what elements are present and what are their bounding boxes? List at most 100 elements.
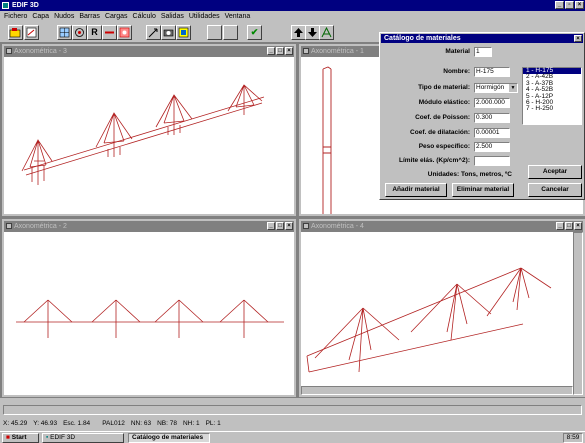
drawing-canvas[interactable] bbox=[4, 57, 294, 214]
menu-capa[interactable]: Capa bbox=[32, 13, 49, 20]
blank-button-2[interactable] bbox=[223, 25, 238, 40]
aceptar-button[interactable]: Aceptar bbox=[528, 165, 582, 179]
poisson-field[interactable]: 0.300 bbox=[474, 113, 510, 123]
blank-button-1[interactable] bbox=[207, 25, 222, 40]
structure-drawing bbox=[306, 267, 552, 373]
material-number-field[interactable]: 1 bbox=[474, 47, 492, 57]
app-icon bbox=[2, 2, 9, 9]
tipo-label: Tipo de material: bbox=[418, 84, 470, 91]
status-y: Y: 46.93 bbox=[33, 420, 58, 427]
maximize-button[interactable]: ▫ bbox=[565, 1, 574, 9]
material-catalog-dialog[interactable]: Catálogo de materiales × Material 1 Nomb… bbox=[379, 32, 585, 200]
window-icon bbox=[6, 223, 12, 229]
modulo-label: Módulo elástico: bbox=[418, 99, 470, 106]
menu-barras[interactable]: Barras bbox=[79, 13, 100, 20]
taskbar: ■ Start ▪ EDIF 3D Catálogo de materiales… bbox=[0, 431, 585, 443]
status-pal: PAL012 bbox=[102, 420, 125, 427]
nodes-icon[interactable] bbox=[72, 25, 87, 40]
window-titlebar[interactable]: Axonométrica - 2 _ □ × bbox=[4, 221, 294, 232]
start-button[interactable]: ■ Start bbox=[2, 433, 39, 443]
r-button[interactable]: R bbox=[87, 25, 102, 40]
statusbar: X: 45.29 Y: 46.93 Esc. 1.84 PAL012 NN: 6… bbox=[0, 418, 585, 429]
drawing-canvas[interactable] bbox=[301, 232, 583, 386]
structure-icon[interactable] bbox=[319, 25, 334, 40]
cancelar-button[interactable]: Cancelar bbox=[528, 183, 582, 197]
taskbar-item-edif3d[interactable]: ▪ EDIF 3D bbox=[42, 433, 124, 443]
check-button[interactable]: ✔ bbox=[247, 25, 262, 40]
close-button[interactable]: × bbox=[575, 1, 584, 9]
window-axonometric-4[interactable]: Axonométrica - 4 _ □ × bbox=[299, 219, 585, 397]
maximize-button[interactable]: □ bbox=[565, 222, 573, 230]
menu-cargas[interactable]: Cargas bbox=[105, 13, 128, 20]
bars-icon[interactable] bbox=[102, 25, 117, 40]
dialog-close-button[interactable]: × bbox=[574, 35, 582, 42]
down-arrow-icon[interactable] bbox=[305, 25, 320, 40]
tipo-material-value: Hormigón bbox=[476, 84, 505, 91]
window-axonometric-3[interactable]: Axonométrica - 3 _ □ × bbox=[2, 44, 296, 216]
peso-label: Peso específico: bbox=[418, 143, 470, 150]
menu-nudos[interactable]: Nudos bbox=[54, 13, 74, 20]
windows-logo-icon: ■ bbox=[6, 434, 10, 441]
clock: 8:59 bbox=[563, 433, 583, 443]
modulo-field[interactable]: 2.000.000 bbox=[474, 98, 510, 108]
command-strip bbox=[0, 403, 585, 416]
menu-utilidades[interactable]: Utilidades bbox=[189, 13, 220, 20]
anadir-material-button[interactable]: Añadir material bbox=[385, 183, 447, 197]
minimize-button[interactable]: _ bbox=[267, 47, 275, 55]
window-title: Axonométrica - 4 bbox=[311, 223, 364, 230]
save-icon[interactable] bbox=[24, 25, 39, 40]
grid-icon[interactable] bbox=[57, 25, 72, 40]
taskbar-item-label: EDIF 3D bbox=[50, 434, 76, 441]
maximize-button[interactable]: □ bbox=[276, 47, 284, 55]
close-button[interactable]: × bbox=[285, 47, 293, 55]
menu-calculo[interactable]: Cálculo bbox=[133, 13, 156, 20]
menu-ventana[interactable]: Ventana bbox=[225, 13, 251, 20]
menu-fichero[interactable]: Fichero bbox=[4, 13, 27, 20]
material-label: Material bbox=[445, 48, 470, 55]
chevron-down-icon[interactable]: ▼ bbox=[509, 84, 517, 92]
tipo-material-select[interactable]: Hormigón ▼ bbox=[474, 83, 518, 93]
dilatacion-label: Coef. de dilatación: bbox=[410, 129, 470, 136]
close-button[interactable]: × bbox=[285, 222, 293, 230]
vertical-scrollbar[interactable] bbox=[573, 232, 583, 395]
nombre-label: Nombre: bbox=[443, 68, 470, 75]
open-icon[interactable] bbox=[8, 25, 23, 40]
view-icon[interactable] bbox=[176, 25, 191, 40]
dialog-titlebar[interactable]: Catálogo de materiales × bbox=[381, 34, 583, 43]
limite-label: Límite elás. (Kp/cm^2): bbox=[399, 157, 470, 164]
load-icon[interactable] bbox=[117, 25, 132, 40]
menubar: Fichero Capa Nudos Barras Cargas Cálculo… bbox=[0, 11, 585, 22]
poisson-label: Coef. de Poisson: bbox=[415, 114, 470, 121]
nombre-field[interactable]: H-175 bbox=[474, 67, 510, 77]
window-icon bbox=[303, 48, 309, 54]
eliminar-material-button[interactable]: Eliminar material bbox=[452, 183, 514, 197]
taskbar-item-catalog[interactable]: Catálogo de materiales bbox=[128, 433, 210, 443]
menu-salidas[interactable]: Salidas bbox=[161, 13, 184, 20]
window-titlebar[interactable]: Axonométrica - 3 _ □ × bbox=[4, 46, 294, 57]
minimize-button[interactable]: _ bbox=[555, 1, 564, 9]
close-button[interactable]: × bbox=[574, 222, 582, 230]
minimize-button[interactable]: _ bbox=[556, 222, 564, 230]
up-arrow-icon[interactable] bbox=[291, 25, 306, 40]
list-item[interactable]: 7 - H-250 bbox=[523, 105, 581, 112]
unidades-text: Unidades: Tons, metros, ºC bbox=[427, 171, 512, 178]
minimize-button[interactable]: _ bbox=[267, 222, 275, 230]
camera-icon[interactable] bbox=[161, 25, 176, 40]
structure-drawing bbox=[16, 299, 284, 338]
limite-field[interactable] bbox=[474, 156, 510, 166]
dilatacion-field[interactable]: 0.00001 bbox=[474, 128, 510, 138]
window-axonometric-2[interactable]: Axonométrica - 2 _ □ × bbox=[2, 219, 296, 397]
status-pl: PL: 1 bbox=[205, 420, 221, 427]
pointer-icon[interactable] bbox=[146, 25, 161, 40]
status-x: X: 45.29 bbox=[3, 420, 28, 427]
app-icon: ▪ bbox=[46, 434, 49, 441]
horizontal-scrollbar[interactable] bbox=[301, 386, 573, 395]
app-titlebar: EDIF 3D _ ▫ × bbox=[0, 0, 585, 11]
window-titlebar[interactable]: Axonométrica - 4 _ □ × bbox=[301, 221, 583, 232]
maximize-button[interactable]: □ bbox=[276, 222, 284, 230]
drawing-canvas[interactable] bbox=[4, 232, 294, 395]
material-list[interactable]: 1 - H-175 2 - A-42B 3 - A-37B 4 - A-52B … bbox=[522, 67, 582, 125]
command-input[interactable] bbox=[3, 405, 582, 415]
window-title: Axonométrica - 2 bbox=[14, 223, 67, 230]
peso-field[interactable]: 2.500 bbox=[474, 142, 510, 152]
